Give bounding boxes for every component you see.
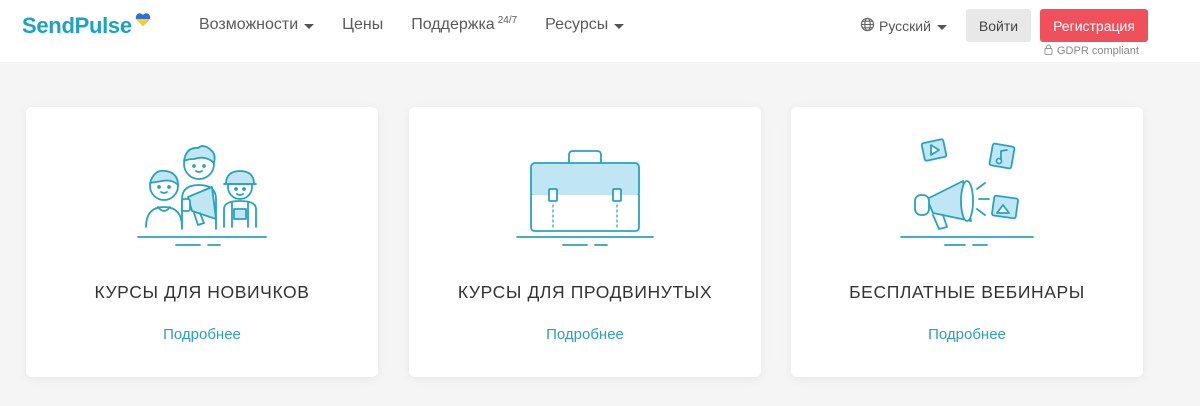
nav-support-sup: 24/7 xyxy=(497,14,518,26)
logo-text: SendPulse xyxy=(22,13,132,38)
megaphone-media-icon xyxy=(791,129,1143,249)
course-card-beginners[interactable]: КУРСЫ ДЛЯ НОВИЧКОВ Подробнее xyxy=(26,107,378,377)
globe-icon xyxy=(860,17,875,35)
sendpulse-logo[interactable]: SendPulse xyxy=(22,12,151,39)
heart-icon xyxy=(135,12,151,32)
people-megaphone-icon xyxy=(26,129,378,249)
nav-support-label: Поддержка xyxy=(411,16,495,33)
card-title: БЕСПЛАТНЫЕ ВЕБИНАРЫ xyxy=(849,282,1085,302)
card-title: КУРСЫ ДЛЯ НОВИЧКОВ xyxy=(94,282,310,302)
chevron-down-icon xyxy=(304,23,315,29)
language-label: Русский xyxy=(879,18,931,34)
main-nav: Возможности Цены Поддержка 24/7 Ресурсы xyxy=(199,14,652,34)
chevron-down-icon xyxy=(614,23,625,29)
briefcase-icon xyxy=(409,129,761,249)
login-button[interactable]: Войти xyxy=(966,9,1031,42)
top-header: SendPulse Возможности Цены Поддержка 24/… xyxy=(0,0,1200,62)
language-selector[interactable]: Русский xyxy=(860,17,947,35)
more-link[interactable]: Подробнее xyxy=(791,326,1143,343)
nav-resources[interactable]: Ресурсы xyxy=(545,16,625,34)
nav-resources-label: Ресурсы xyxy=(545,16,609,33)
nav-pricing[interactable]: Цены xyxy=(342,16,383,34)
more-link[interactable]: Подробнее xyxy=(26,326,378,343)
nav-features[interactable]: Возможности xyxy=(199,16,315,34)
webinars-card[interactable]: БЕСПЛАТНЫЕ ВЕБИНАРЫ Подробнее xyxy=(791,107,1143,377)
lock-icon xyxy=(1044,44,1053,58)
course-card-advanced[interactable]: КУРСЫ ДЛЯ ПРОДВИНУТЫХ Подробнее xyxy=(409,107,761,377)
nav-pricing-label: Цены xyxy=(342,16,384,33)
nav-features-label: Возможности xyxy=(199,16,299,33)
nav-support[interactable]: Поддержка 24/7 xyxy=(411,14,518,34)
gdpr-text: GDPR compliant xyxy=(1057,45,1139,57)
gdpr-badge: GDPR compliant xyxy=(1044,44,1139,58)
card-title: КУРСЫ ДЛЯ ПРОДВИНУТЫХ xyxy=(457,282,713,302)
chevron-down-icon xyxy=(936,24,947,30)
register-button[interactable]: Регистрация xyxy=(1040,9,1148,42)
more-link[interactable]: Подробнее xyxy=(409,326,761,343)
